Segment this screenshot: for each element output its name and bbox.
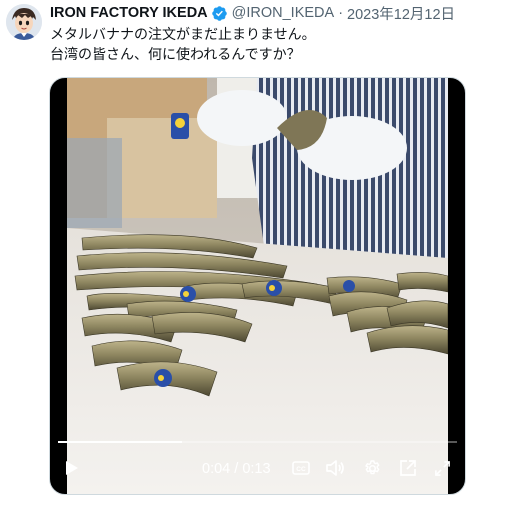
play-button[interactable]	[62, 458, 82, 478]
duration: 0:13	[242, 461, 271, 477]
popout-icon	[400, 460, 416, 476]
display-name[interactable]: IRON FACTORY IKEDA	[50, 5, 208, 21]
volume-button[interactable]	[324, 457, 346, 479]
fullscreen-button[interactable]	[431, 457, 453, 479]
play-icon	[66, 461, 78, 475]
fullscreen-icon	[434, 460, 450, 476]
gear-icon	[364, 459, 379, 474]
tweet-text-line: 台湾の皆さん、何に使われるんですか？	[50, 46, 301, 62]
tweet-header: IRON FACTORY IKEDA @IRON_IKEDA · 2023年12…	[50, 3, 512, 24]
video-controls: 0:04 / 0:13 CC	[50, 436, 465, 494]
anime-avatar-icon	[6, 4, 42, 40]
tweet-text-line: メタルバナナの注文がまだ止まりません。	[50, 26, 316, 42]
post-date[interactable]: 2023年12月12日	[347, 3, 455, 24]
header-separator: ·	[338, 5, 344, 21]
time-display: 0:04 / 0:13	[202, 461, 271, 477]
current-time: 0:04	[202, 461, 231, 477]
avatar[interactable]	[6, 4, 42, 40]
tweet-text: メタルバナナの注文がまだ止まりません。 台湾の皆さん、何に使われるんですか？	[50, 24, 508, 64]
captions-button[interactable]: CC	[290, 458, 312, 478]
svg-text:CC: CC	[296, 466, 306, 473]
popout-button[interactable]	[397, 457, 419, 479]
handle[interactable]: @IRON_IKEDA	[232, 5, 335, 21]
video-frame[interactable]	[67, 78, 448, 494]
settings-button[interactable]	[361, 457, 383, 479]
video-player[interactable]: 0:04 / 0:13 CC	[49, 77, 466, 495]
closed-captions-icon: CC	[292, 461, 310, 475]
volume-icon	[326, 460, 344, 476]
verified-badge-icon[interactable]	[211, 5, 228, 22]
video-frame-image	[67, 78, 448, 494]
time-separator: /	[234, 461, 239, 477]
